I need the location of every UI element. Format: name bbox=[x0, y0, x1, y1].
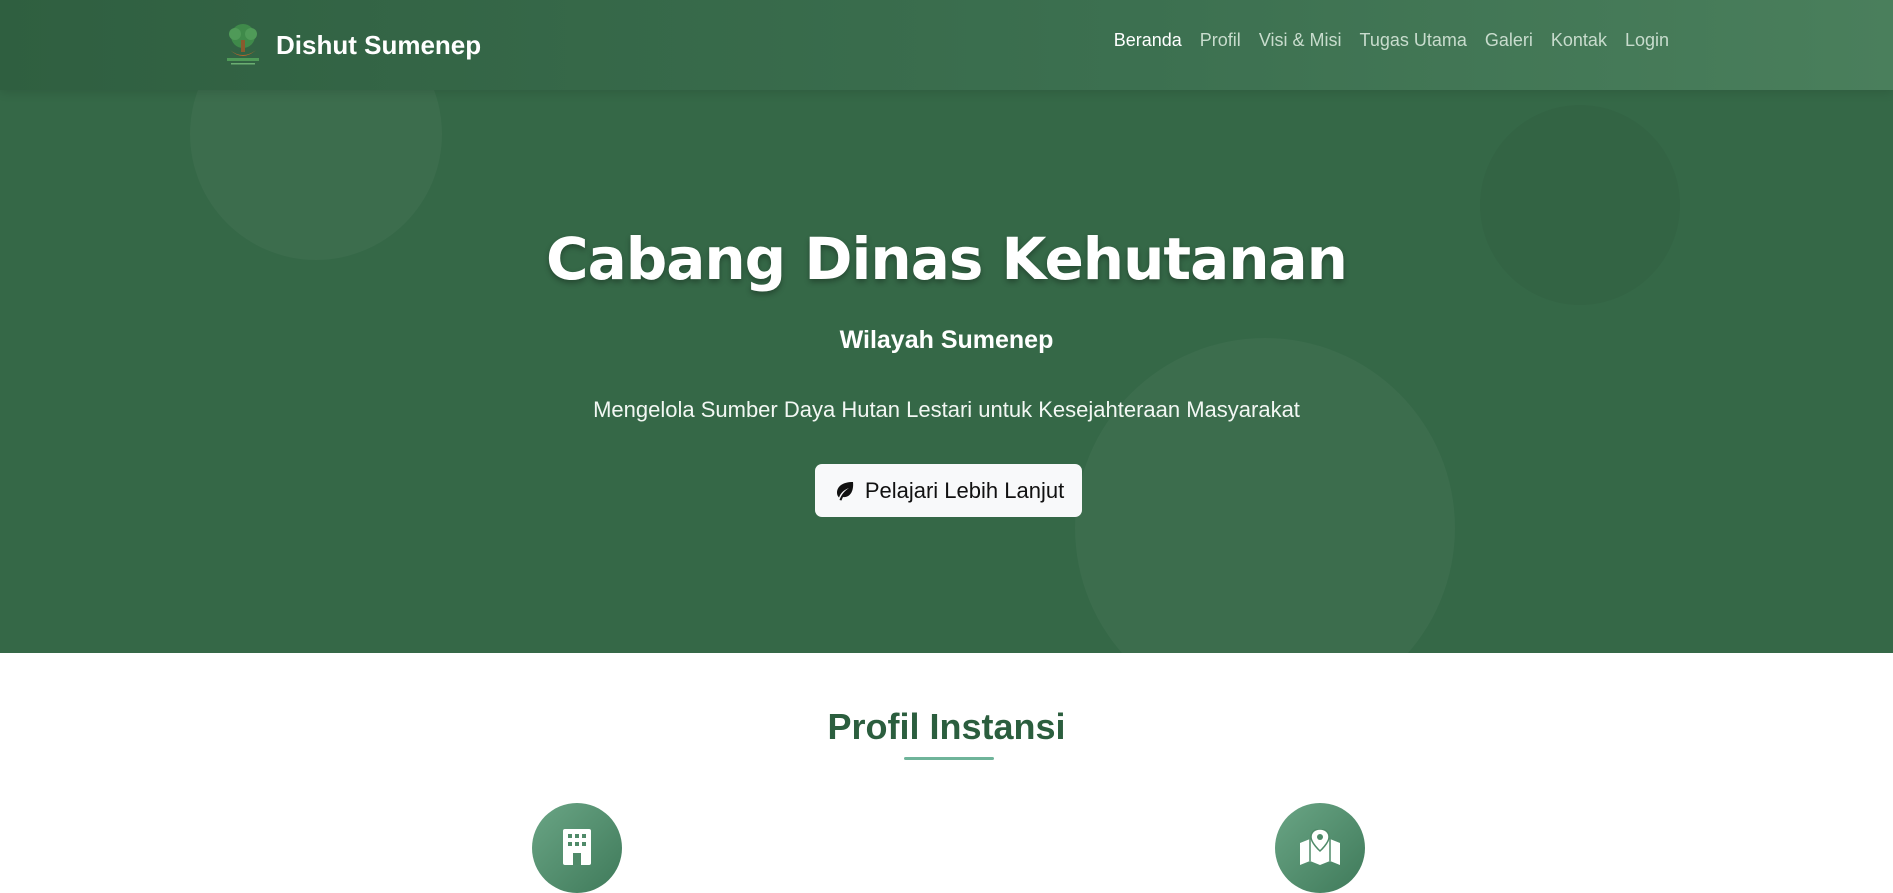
leaf-icon bbox=[836, 481, 853, 500]
learn-more-button[interactable]: Pelajari Lebih Lanjut bbox=[815, 464, 1082, 517]
main-nav: Beranda Profil Visi & Misi Tugas Utama G… bbox=[1096, 30, 1669, 51]
navbar: Dishut Sumenep Beranda Profil Visi & Mis… bbox=[0, 0, 1893, 90]
map-feature-badge bbox=[1275, 803, 1365, 893]
brand[interactable]: Dishut Sumenep bbox=[220, 20, 481, 70]
tree-logo-icon bbox=[227, 24, 259, 65]
brand-name: Dishut Sumenep bbox=[276, 29, 482, 60]
building-feature-badge bbox=[532, 803, 622, 893]
section-title: Profil Instansi bbox=[827, 706, 1066, 747]
nav-item-galeri[interactable]: Galeri bbox=[1485, 30, 1533, 51]
hero-title: Cabang Dinas Kehutanan bbox=[546, 225, 1348, 293]
title-underline bbox=[904, 757, 994, 760]
hero-subtitle: Wilayah Sumenep bbox=[839, 326, 1054, 354]
nav-item-tugas-utama[interactable]: Tugas Utama bbox=[1360, 30, 1467, 51]
map-location-icon bbox=[1300, 829, 1340, 865]
building-icon bbox=[563, 829, 591, 865]
nav-item-beranda[interactable]: Beranda bbox=[1114, 30, 1182, 51]
decorative-circle bbox=[1075, 338, 1455, 653]
hero-section: Cabang Dinas Kehutanan Wilayah Sumenep M… bbox=[0, 0, 1893, 653]
nav-item-profil[interactable]: Profil bbox=[1200, 30, 1241, 51]
learn-more-label: Pelajari Lebih Lanjut bbox=[864, 477, 1065, 503]
nav-item-kontak[interactable]: Kontak bbox=[1551, 30, 1607, 51]
nav-item-visi-misi[interactable]: Visi & Misi bbox=[1259, 30, 1342, 51]
hero-tagline: Mengelola Sumber Daya Hutan Lestari untu… bbox=[593, 397, 1300, 422]
nav-item-login[interactable]: Login bbox=[1625, 30, 1669, 51]
